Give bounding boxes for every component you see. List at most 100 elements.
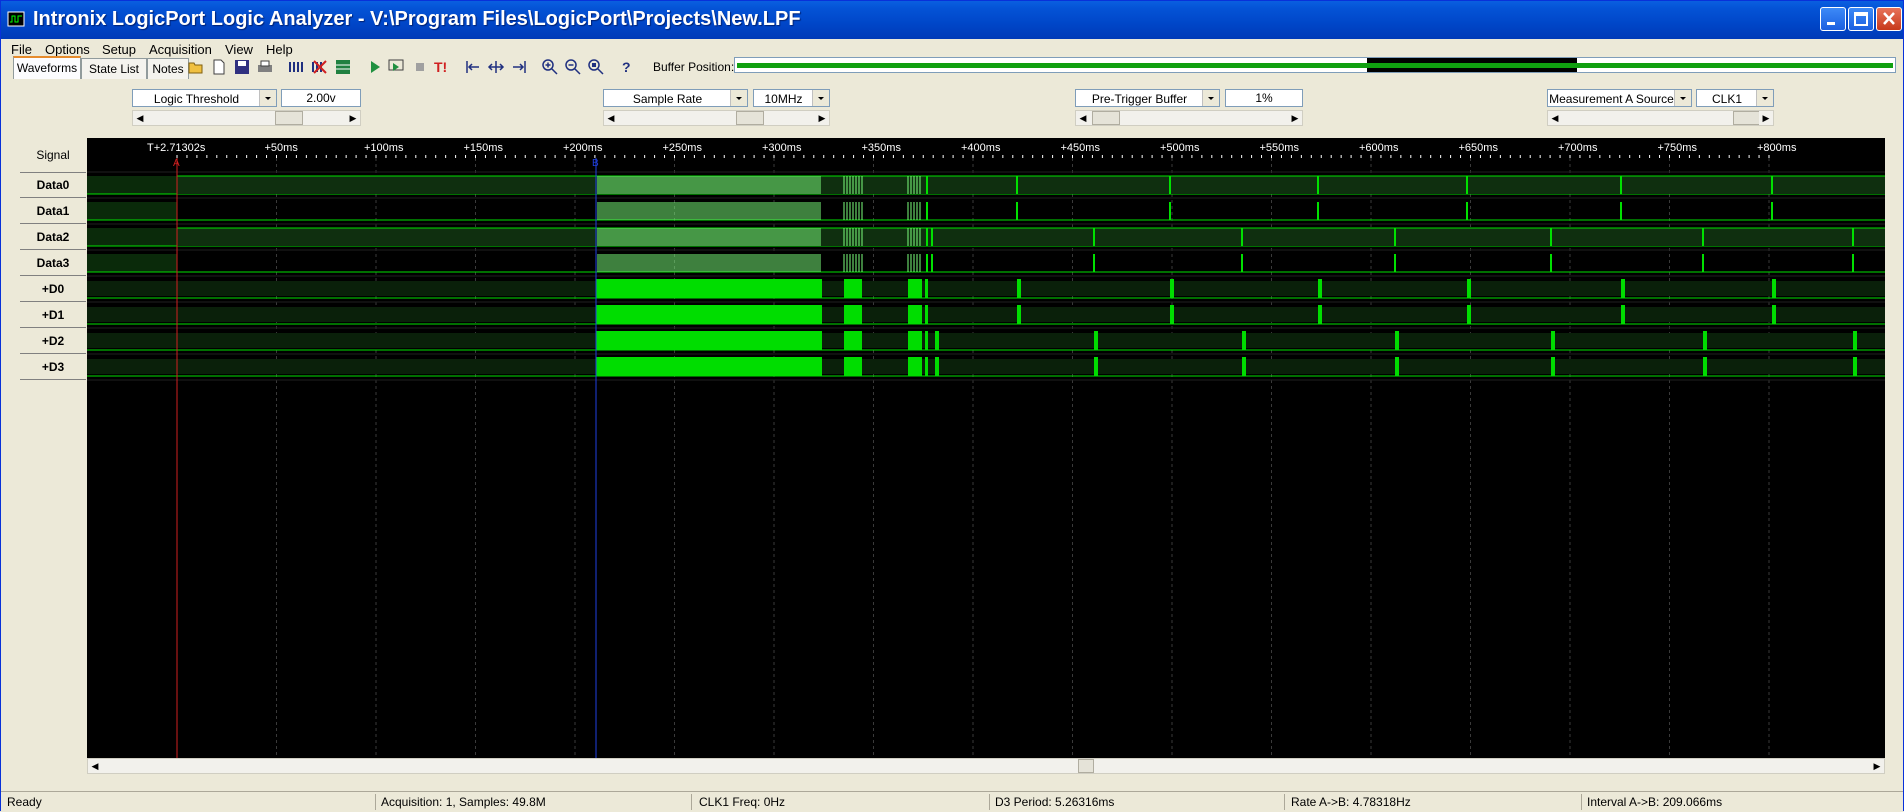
buffer-position-label: Buffer Position: (653, 60, 735, 74)
trace-pulse (1170, 305, 1174, 324)
sample-rate-select[interactable]: Sample Rate (603, 89, 748, 107)
tab-notes[interactable]: Notes (147, 58, 189, 79)
time-origin-label: T+2.71302s (147, 142, 206, 154)
chevron-down-icon (812, 90, 829, 106)
signal-data2[interactable]: Data2 (20, 224, 86, 250)
run-icon[interactable] (366, 58, 384, 76)
zoom-in-icon[interactable] (541, 58, 559, 76)
stop-icon[interactable] (411, 58, 429, 76)
chevron-down-icon (1756, 90, 1773, 106)
slider-left-arrow-icon[interactable]: ◀ (1548, 111, 1562, 125)
slider-right-arrow-icon[interactable]: ▶ (1288, 111, 1302, 125)
slider-left-arrow-icon[interactable]: ◀ (133, 111, 147, 125)
signal-d3[interactable]: +D3 (20, 354, 86, 380)
trace-burst (596, 305, 822, 324)
slider-right-arrow-icon[interactable]: ▶ (346, 111, 360, 125)
buffer-position-bar[interactable] (734, 57, 1896, 73)
slider-thumb[interactable] (1092, 111, 1120, 125)
trace-high-band (87, 281, 1885, 296)
trace-burst (844, 279, 862, 298)
slider-right-arrow-icon[interactable]: ▶ (815, 111, 829, 125)
status-period: D3 Period: 5.26316ms (995, 795, 1115, 809)
maximize-button[interactable] (1848, 7, 1874, 31)
horizontal-scrollbar[interactable]: ◀ ▶ (87, 758, 1885, 774)
open-icon[interactable] (187, 58, 205, 76)
slider-thumb[interactable] (736, 111, 764, 125)
slider-thumb[interactable] (275, 111, 303, 125)
measurement-source-value-select[interactable]: CLK1 (1696, 89, 1774, 107)
menu-acquisition[interactable]: Acquisition (149, 42, 212, 57)
ruler-tick-label: +600ms (1359, 142, 1399, 154)
signal-data0[interactable]: Data0 (20, 172, 86, 198)
ruler-tick-label: +750ms (1658, 142, 1698, 154)
slider-left-arrow-icon[interactable]: ◀ (1076, 111, 1090, 125)
minimize-button[interactable] (1820, 7, 1846, 31)
pretrigger-slider[interactable]: ◀ ▶ (1075, 110, 1303, 126)
signal-data1[interactable]: Data1 (20, 198, 86, 224)
title-bar[interactable]: Intronix LogicPort Logic Analyzer - V:\P… (1, 1, 1903, 39)
trace-pulse (1853, 357, 1857, 376)
trace-high-band (87, 359, 1885, 374)
signal-data3[interactable]: Data3 (20, 250, 86, 276)
trace-pulse (1551, 357, 1555, 376)
print-icon[interactable] (256, 58, 274, 76)
zoom-out-icon[interactable] (564, 58, 582, 76)
trace-burst (908, 305, 922, 324)
cursor-center-icon[interactable] (487, 58, 505, 76)
trace-burst (844, 357, 862, 376)
measurement-source-select[interactable]: Measurement A Source (1547, 89, 1692, 107)
status-interval: Interval A->B: 209.066ms (1587, 795, 1723, 809)
pretrigger-value[interactable]: 1% (1225, 89, 1303, 107)
menu-setup[interactable]: Setup (102, 42, 136, 57)
signal-delete-icon[interactable] (311, 58, 329, 76)
logic-threshold-slider[interactable]: ◀ ▶ (132, 110, 361, 126)
ruler-tick-label: +500ms (1160, 142, 1200, 154)
slider-right-arrow-icon[interactable]: ▶ (1759, 111, 1773, 125)
zoom-fit-icon[interactable] (587, 58, 605, 76)
cursor-left-icon[interactable] (464, 58, 482, 76)
trace-burst (925, 279, 928, 298)
logic-threshold-select[interactable]: Logic Threshold (132, 89, 277, 107)
sample-rate-slider[interactable]: ◀ ▶ (603, 110, 830, 126)
menu-help[interactable]: Help (266, 42, 293, 57)
trace-pulse (1853, 331, 1857, 350)
pretrigger-select[interactable]: Pre-Trigger Buffer (1075, 89, 1220, 107)
tab-state-list[interactable]: State List (81, 58, 147, 79)
slider-left-arrow-icon[interactable]: ◀ (604, 111, 618, 125)
trace-pulse (1242, 357, 1246, 376)
menu-options[interactable]: Options (45, 42, 90, 57)
signal-add-icon[interactable] (288, 58, 306, 76)
trace-burst (908, 331, 922, 350)
signal-d1[interactable]: +D1 (20, 302, 86, 328)
scroll-left-arrow-icon[interactable]: ◀ (88, 759, 102, 773)
marker-a-label: A (173, 158, 180, 169)
waveform-canvas[interactable]: T+2.71302s +50ms +100ms +150ms +200ms +250ms… (87, 138, 1885, 758)
measurement-slider[interactable]: ◀ ▶ (1547, 110, 1774, 126)
trace-high-band (177, 228, 1885, 246)
logic-threshold-value[interactable]: 2.00v (281, 89, 361, 107)
trace-burst (908, 357, 922, 376)
help-icon[interactable]: ? (618, 58, 636, 76)
waveform-display[interactable]: T+2.71302s +50ms +100ms +150ms +200ms +250ms… (87, 138, 1885, 758)
cursor-right-icon[interactable] (510, 58, 528, 76)
slider-thumb[interactable] (1733, 111, 1761, 125)
sample-rate-value-select[interactable]: 10MHz (753, 89, 830, 107)
close-button[interactable] (1876, 7, 1902, 31)
ruler-tick-label: +350ms (862, 142, 902, 154)
save-icon[interactable] (233, 58, 251, 76)
menu-view[interactable]: View (225, 42, 253, 57)
menu-file[interactable]: File (11, 42, 32, 57)
force-trigger-icon[interactable]: T! (433, 58, 451, 76)
status-bar: Ready Acquisition: 1, Samples: 49.8M CLK… (1, 791, 1903, 812)
window-title: Intronix LogicPort Logic Analyzer - V:\P… (33, 8, 801, 30)
signal-d0[interactable]: +D0 (20, 276, 86, 302)
new-icon[interactable] (210, 58, 228, 76)
signal-d2[interactable]: +D2 (20, 328, 86, 354)
tab-waveforms[interactable]: Waveforms (13, 56, 81, 79)
run-trigger-icon[interactable] (387, 58, 405, 76)
scroll-thumb[interactable] (1078, 759, 1094, 773)
trace-burst (844, 305, 862, 324)
ruler-tick-label: +150ms (464, 142, 504, 154)
scroll-right-arrow-icon[interactable]: ▶ (1870, 759, 1884, 773)
grid-icon[interactable] (334, 58, 352, 76)
